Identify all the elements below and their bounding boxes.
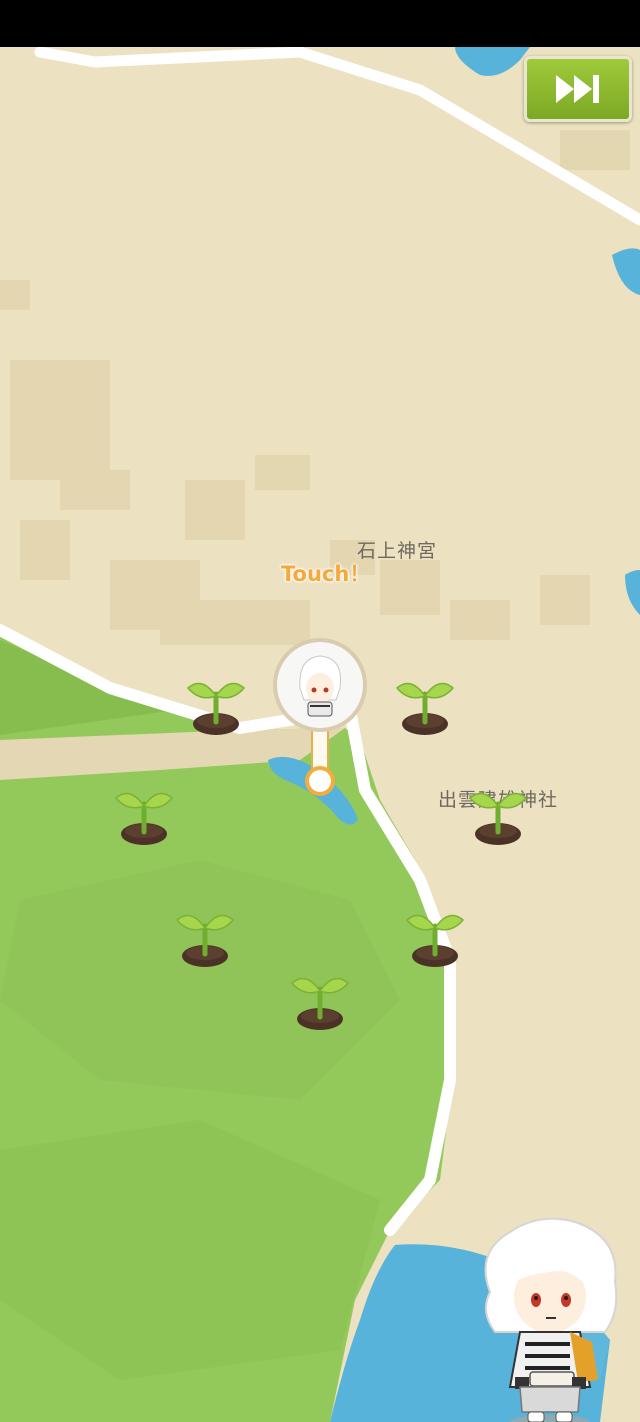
seedling-icon[interactable] [290, 967, 350, 1031]
skip-button[interactable] [524, 56, 632, 122]
seedling-icon[interactable] [186, 672, 246, 736]
seedling-icon[interactable] [468, 782, 528, 846]
character-avatar[interactable] [470, 1212, 630, 1422]
touch-prompt: Touch！ [281, 562, 371, 586]
map-area[interactable]: 石上神宮 出雲建雄神社 Touch！ [0, 47, 640, 1422]
game-screen: 石上神宮 出雲建雄神社 Touch！ [0, 0, 640, 1422]
seedling-icon[interactable] [114, 782, 174, 846]
character-map-pin-icon[interactable] [270, 638, 370, 798]
seedling-icon[interactable] [175, 904, 235, 968]
fast-forward-icon [556, 75, 599, 103]
seedling-icon[interactable] [405, 904, 465, 968]
seedling-icon[interactable] [395, 672, 455, 736]
status-bar [0, 0, 640, 47]
